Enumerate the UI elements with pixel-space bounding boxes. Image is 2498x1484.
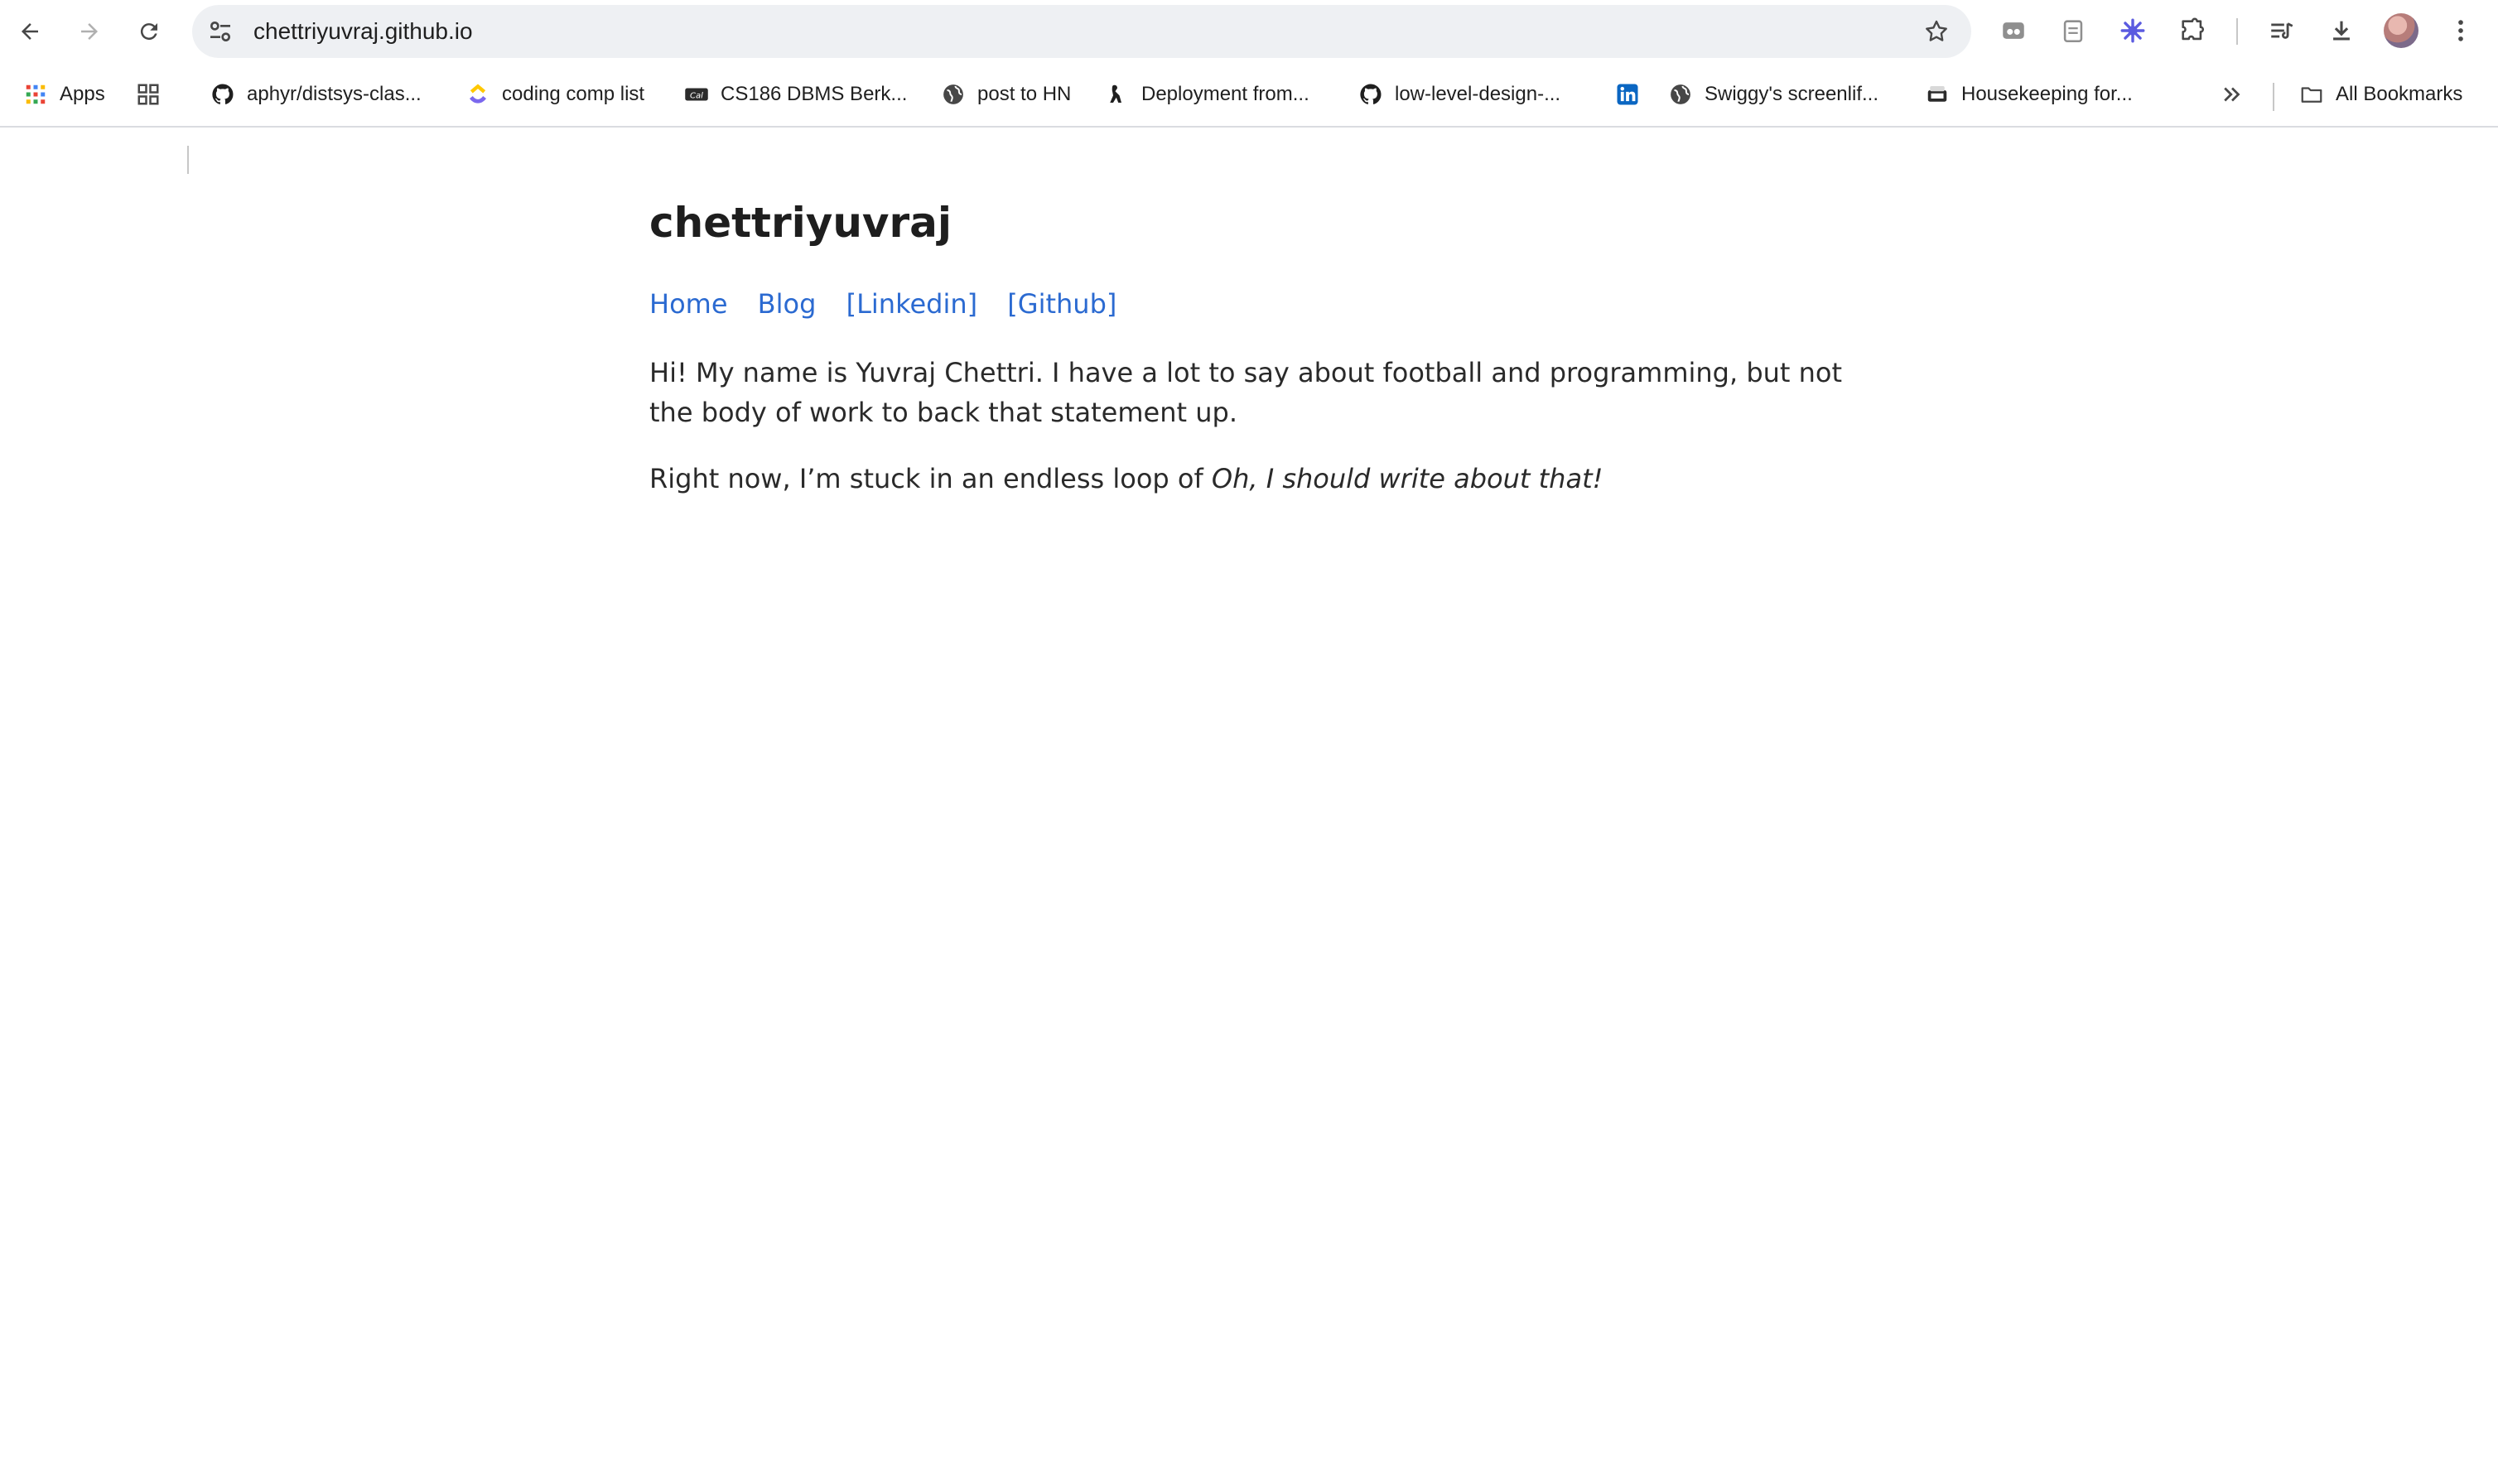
bookmark-label: aphyr/distsys-clas...: [247, 83, 422, 105]
bookmark-apps[interactable]: Apps: [23, 71, 105, 118]
forward-button[interactable]: [70, 12, 109, 51]
clickup-icon: [465, 82, 490, 107]
bookmarks-bar: Apps aphyr/distsys-clas... coding comp l…: [0, 63, 2498, 174]
bookmark-label: coding comp list: [502, 83, 645, 105]
bookmark-label: post to HN: [977, 83, 1072, 105]
bookmark-coding-comp[interactable]: coding comp list: [465, 71, 644, 118]
toolbar-divider: [2236, 18, 2238, 45]
bookmark-lld[interactable]: low-level-design-...: [1358, 71, 1560, 118]
media-controls-icon[interactable]: [2266, 15, 2298, 46]
address-bar[interactable]: chettriyuvraj.github.io: [192, 5, 1971, 58]
berkeley-icon: Cal: [684, 82, 709, 107]
bookmark-linkedin[interactable]: [1615, 71, 1652, 118]
bookmark-distsys[interactable]: aphyr/distsys-clas...: [210, 71, 422, 118]
reload-button[interactable]: [129, 12, 169, 51]
bookmark-post-hn[interactable]: post to HN: [941, 71, 1071, 118]
bookmark-cs186[interactable]: Cal CS186 DBMS Berk...: [684, 71, 907, 118]
all-bookmarks-button[interactable]: All Bookmarks: [2299, 71, 2462, 118]
bookmark-label: Housekeeping for...: [1961, 83, 2133, 105]
back-arrow-icon: [22, 23, 38, 40]
tab-groups-icon: [136, 82, 161, 107]
site-title[interactable]: chettriyuvraj: [649, 199, 952, 247]
bookmark-label: low-level-design-...: [1395, 83, 1561, 105]
forward-arrow-icon: [81, 23, 98, 40]
folder-icon: [2299, 82, 2324, 107]
bookmark-star-icon[interactable]: [1923, 18, 1950, 45]
globe-icon: [941, 82, 966, 107]
bookmark-tab-groups[interactable]: [136, 71, 172, 118]
extensions-puzzle-icon[interactable]: [2177, 15, 2208, 46]
chrome-menu-icon[interactable]: [2445, 15, 2476, 46]
bookmark-divider: [187, 146, 189, 174]
globe-icon: [1668, 82, 1693, 107]
bookmark-housekeeping[interactable]: Housekeeping for...: [1925, 71, 2133, 118]
downloads-icon[interactable]: [2326, 15, 2357, 46]
loop-italic-text: Oh, I should write about that!: [1211, 463, 1603, 494]
github-icon: [1358, 82, 1383, 107]
nav-linkedin-link[interactable]: [Linkedin]: [846, 288, 978, 320]
loop-paragraph: Right now, I’m stuck in an endless loop …: [649, 459, 1859, 499]
github-icon: [210, 82, 235, 107]
nav-github-link[interactable]: [Github]: [1007, 288, 1116, 320]
bookmark-swiggy[interactable]: Swiggy's screenlif...: [1668, 71, 1878, 118]
extension-clipboard-icon[interactable]: [2057, 15, 2089, 46]
bookmark-divider: [2273, 83, 2274, 111]
apps-grid-icon: [23, 82, 48, 107]
more-bookmarks-button[interactable]: [2220, 71, 2256, 118]
loop-text: Right now, I’m stuck in an endless loop …: [649, 463, 1212, 494]
back-button[interactable]: [10, 12, 50, 51]
site-nav: Home Blog [Linkedin] [Github]: [649, 288, 1138, 320]
linkedin-icon: [1615, 82, 1640, 107]
chevron-double-right-icon: [2220, 82, 2245, 107]
reload-icon: [140, 23, 157, 41]
nav-blog-link[interactable]: Blog: [758, 288, 817, 320]
intro-paragraph: Hi! My name is Yuvraj Chettri. I have a …: [649, 357, 1843, 428]
bookmark-deployment[interactable]: Deployment from...: [1105, 71, 1309, 118]
site-settings-icon[interactable]: [207, 18, 234, 45]
nav-home-link[interactable]: Home: [649, 288, 728, 320]
svg-text:Cal: Cal: [690, 91, 703, 100]
bookmark-label: CS186 DBMS Berk...: [721, 83, 908, 105]
extension-perplexity-icon[interactable]: [2117, 15, 2148, 46]
url-text[interactable]: chettriyuvraj.github.io: [253, 5, 473, 58]
notion-icon: [1925, 82, 1950, 107]
extension-dino-icon[interactable]: [1998, 15, 2029, 46]
bookmark-label: Apps: [60, 83, 105, 105]
profile-avatar[interactable]: [2384, 13, 2418, 48]
all-bookmarks-label: All Bookmarks: [2336, 83, 2463, 105]
browser-toolbar: chettriyuvraj.github.io: [0, 0, 2498, 63]
deploy-icon: [1105, 82, 1130, 107]
bookmark-label: Deployment from...: [1141, 83, 1309, 105]
bookmark-label: Swiggy's screenlif...: [1705, 83, 1878, 105]
